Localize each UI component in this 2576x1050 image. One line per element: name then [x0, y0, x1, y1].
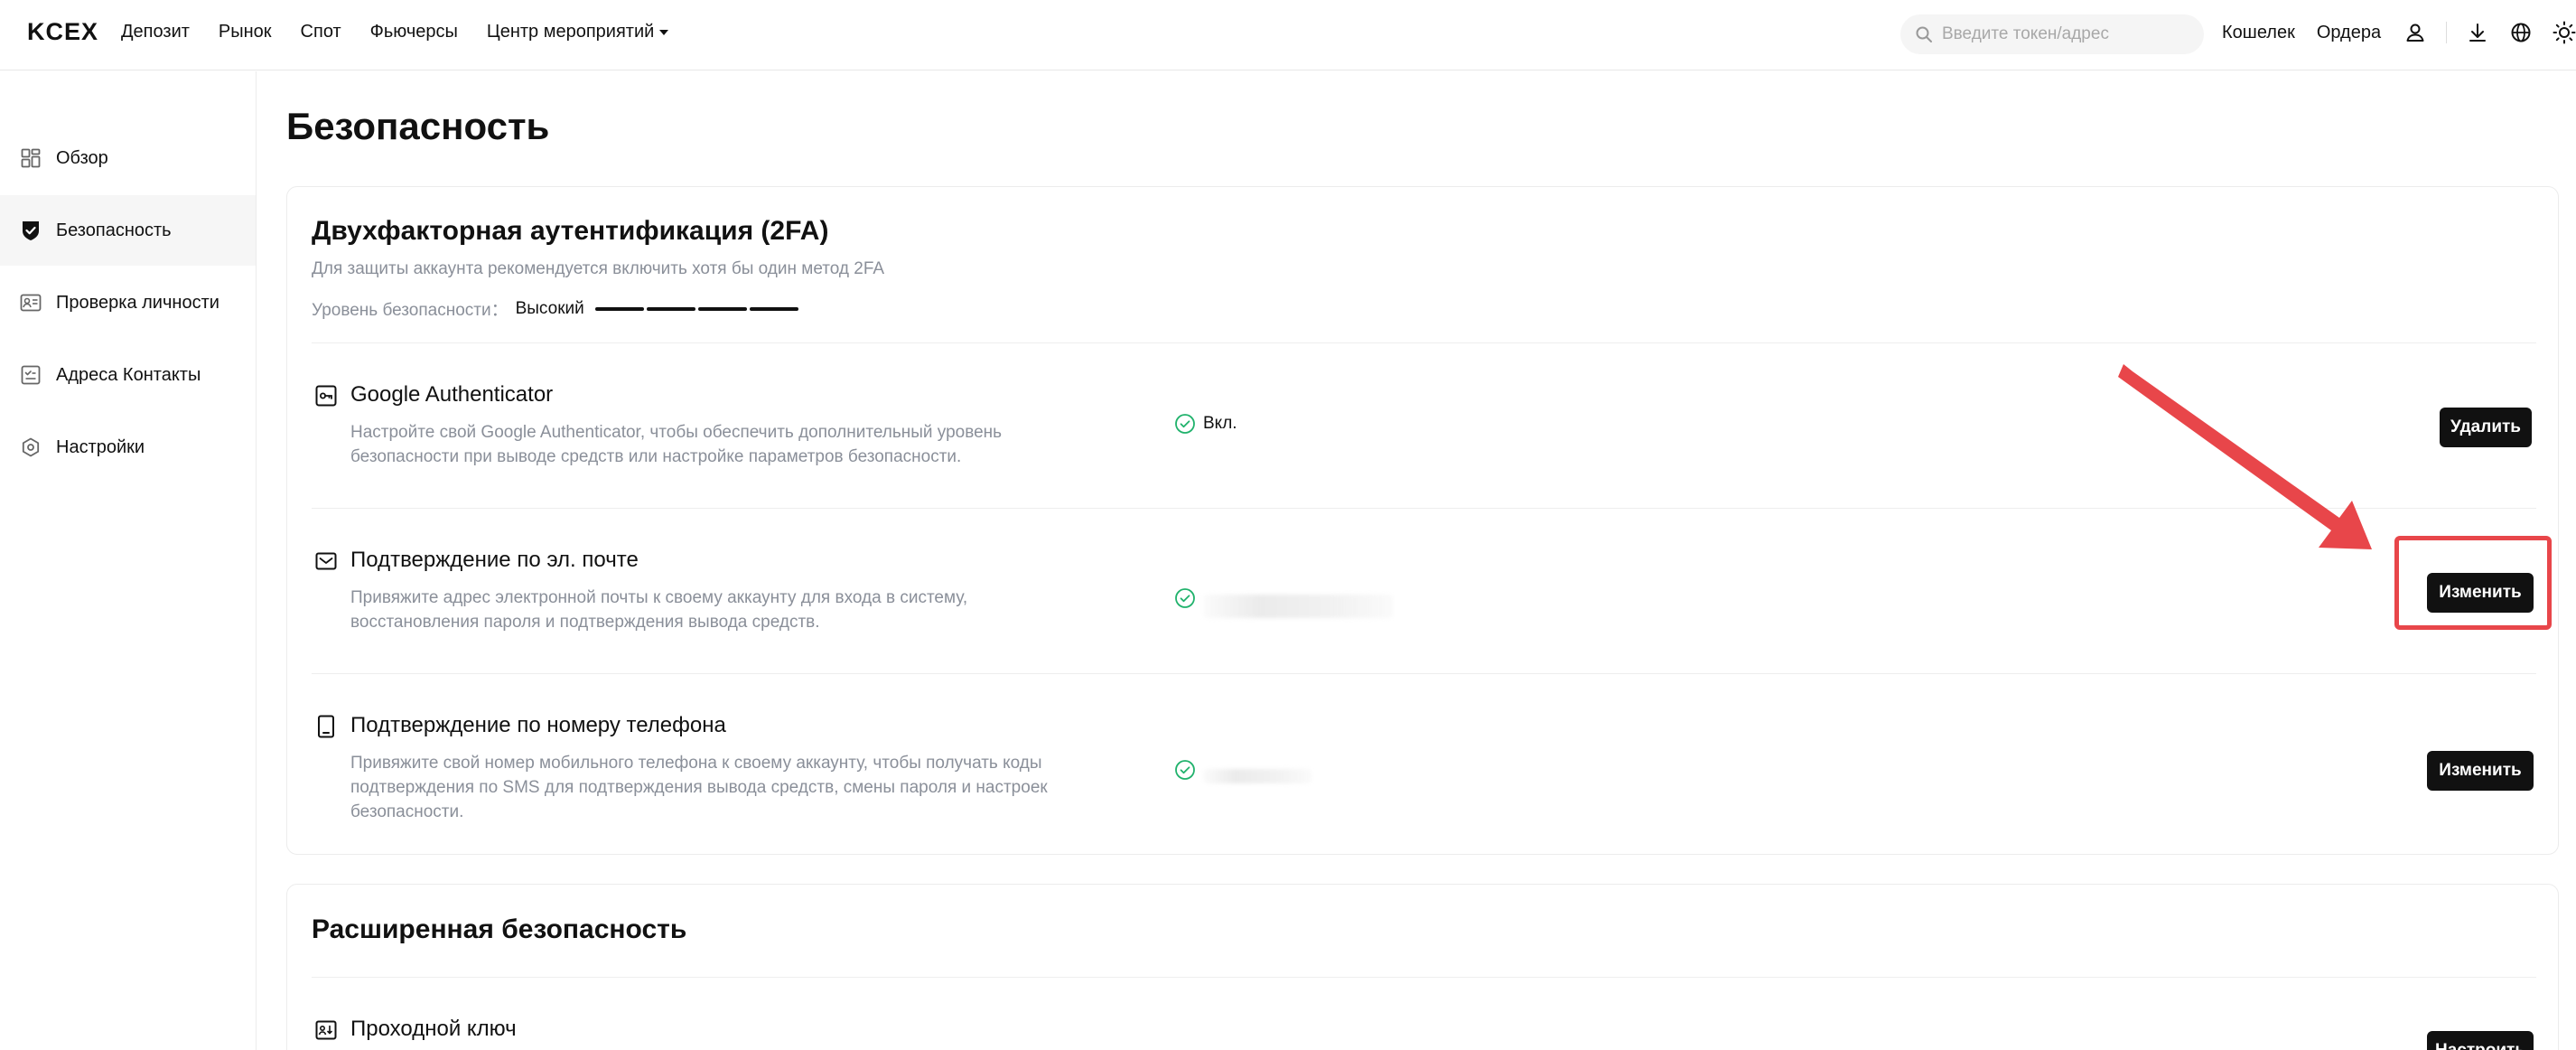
download-icon[interactable] — [2465, 20, 2490, 45]
sidebar-item-label: Адреса Контакты — [56, 364, 201, 385]
settings-icon — [20, 436, 42, 458]
sidebar-item-security[interactable]: Безопасность — [0, 195, 256, 266]
sidebar-item-addresses[interactable]: Адреса Контакты — [0, 340, 256, 410]
search-icon — [1916, 26, 1932, 42]
nav-market[interactable]: Рынок — [219, 22, 272, 42]
row-description-line: безопасности. — [350, 802, 464, 821]
nav-deposit[interactable]: Депозит — [121, 22, 190, 42]
row-description: Настройте свой Google Authenticator, что… — [350, 420, 1073, 469]
logo[interactable]: KCEX — [27, 18, 98, 46]
status-phone-bound — [1174, 756, 1311, 783]
status-email-bound — [1174, 578, 1393, 618]
phone-icon — [314, 715, 338, 738]
mail-icon — [314, 549, 338, 573]
divider — [312, 977, 2536, 978]
security-level: Уровень безопасности： Высокий — [312, 296, 798, 321]
shield-icon — [20, 220, 42, 241]
row-title: Подтверждение по номеру телефона — [350, 713, 726, 737]
sidebar-item-label: Обзор — [56, 147, 108, 168]
row-title: Подтверждение по эл. почте — [350, 548, 639, 572]
security-level-value: Высокий — [515, 298, 584, 318]
change-phone-button[interactable]: Изменить — [2427, 751, 2534, 791]
sidebar-item-label: Настройки — [56, 436, 145, 457]
row-description: Привяжите адрес электронной почты к свое… — [350, 586, 1073, 634]
row-description-line: Настройте свой Google Authenticator, что… — [350, 423, 1003, 442]
id-card-icon — [20, 292, 42, 314]
row-description: Привяжите свой номер мобильного телефона… — [350, 751, 1073, 824]
row-description-line: Привяжите свой номер мобильного телефона… — [350, 754, 1042, 773]
delete-authenticator-button[interactable]: Удалить — [2440, 408, 2532, 447]
check-circle-icon — [1175, 588, 1195, 608]
search-input[interactable] — [1942, 24, 2195, 44]
overview-icon — [20, 147, 42, 169]
row-description-line: подтверждения по SMS для подтверждения в… — [350, 778, 1048, 797]
sidebar-item-identity[interactable]: Проверка личности — [0, 267, 256, 338]
sidebar-item-label: Проверка личности — [56, 292, 219, 313]
twofa-subtitle: Для защиты аккаунта рекомендуется включи… — [312, 259, 885, 278]
divider — [312, 342, 2536, 343]
globe-icon[interactable] — [2508, 20, 2534, 45]
top-right-actions: Кошелек Ордера — [2222, 20, 2576, 45]
divider — [312, 673, 2536, 674]
chevron-down-icon — [659, 29, 669, 35]
search-box[interactable] — [1900, 14, 2204, 54]
check-circle-icon — [1175, 760, 1195, 780]
redacted-phone — [1203, 769, 1311, 783]
divider — [2446, 22, 2448, 43]
sidebar-item-label: Безопасность — [56, 220, 172, 240]
security-level-bars — [594, 306, 798, 311]
authenticator-icon — [314, 384, 338, 408]
sidebar-item-overview[interactable]: Обзор — [0, 123, 256, 193]
security-level-label: Уровень безопасности： — [312, 301, 509, 320]
nav-spot[interactable]: Спот — [301, 22, 341, 42]
sun-icon[interactable] — [2552, 20, 2576, 45]
user-icon[interactable] — [2403, 20, 2428, 45]
row-description-line: восстановления пароля и подтверждения вы… — [350, 613, 820, 632]
redacted-email — [1203, 595, 1393, 618]
nav-futures[interactable]: Фьючерсы — [370, 22, 458, 42]
main-nav: Депозит Рынок Спот Фьючерсы Центр меропр… — [121, 22, 669, 42]
passkey-icon — [314, 1018, 338, 1042]
row-description-line: безопасности при выводе средств или наст… — [350, 447, 962, 466]
sidebar: Обзор Безопасность Проверка личности Адр… — [0, 71, 257, 1050]
status-text: Вкл. — [1203, 414, 1237, 433]
row-description-line: Привяжите адрес электронной почты к свое… — [350, 588, 968, 607]
row-title: Google Authenticator — [350, 382, 554, 407]
page-title: Безопасность — [286, 105, 550, 147]
setup-passkey-button[interactable]: Настроить — [2427, 1031, 2534, 1050]
twofa-title: Двухфакторная аутентификация (2FA) — [312, 216, 829, 246]
top-bar: KCEX Депозит Рынок Спот Фьючерсы Центр м… — [0, 0, 2576, 70]
nav-events-label: Центр мероприятий — [486, 22, 655, 42]
row-title: Проходной ключ — [350, 1017, 517, 1041]
annotation-highlight-box — [2394, 536, 2552, 630]
orders-link[interactable]: Ордера — [2317, 23, 2381, 43]
check-circle-icon — [1175, 414, 1195, 434]
nav-events[interactable]: Центр мероприятий — [486, 22, 669, 42]
address-book-icon — [20, 364, 42, 386]
status-enabled: Вкл. — [1174, 413, 1237, 435]
twofa-card: Двухфакторная аутентификация (2FA) Для з… — [286, 186, 2559, 855]
sidebar-item-settings[interactable]: Настройки — [0, 412, 256, 483]
wallet-link[interactable]: Кошелек — [2222, 23, 2295, 43]
advanced-title: Расширенная безопасность — [312, 914, 687, 944]
divider — [312, 508, 2536, 509]
advanced-security-card: Расширенная безопасность Проходной ключ … — [286, 884, 2559, 1050]
